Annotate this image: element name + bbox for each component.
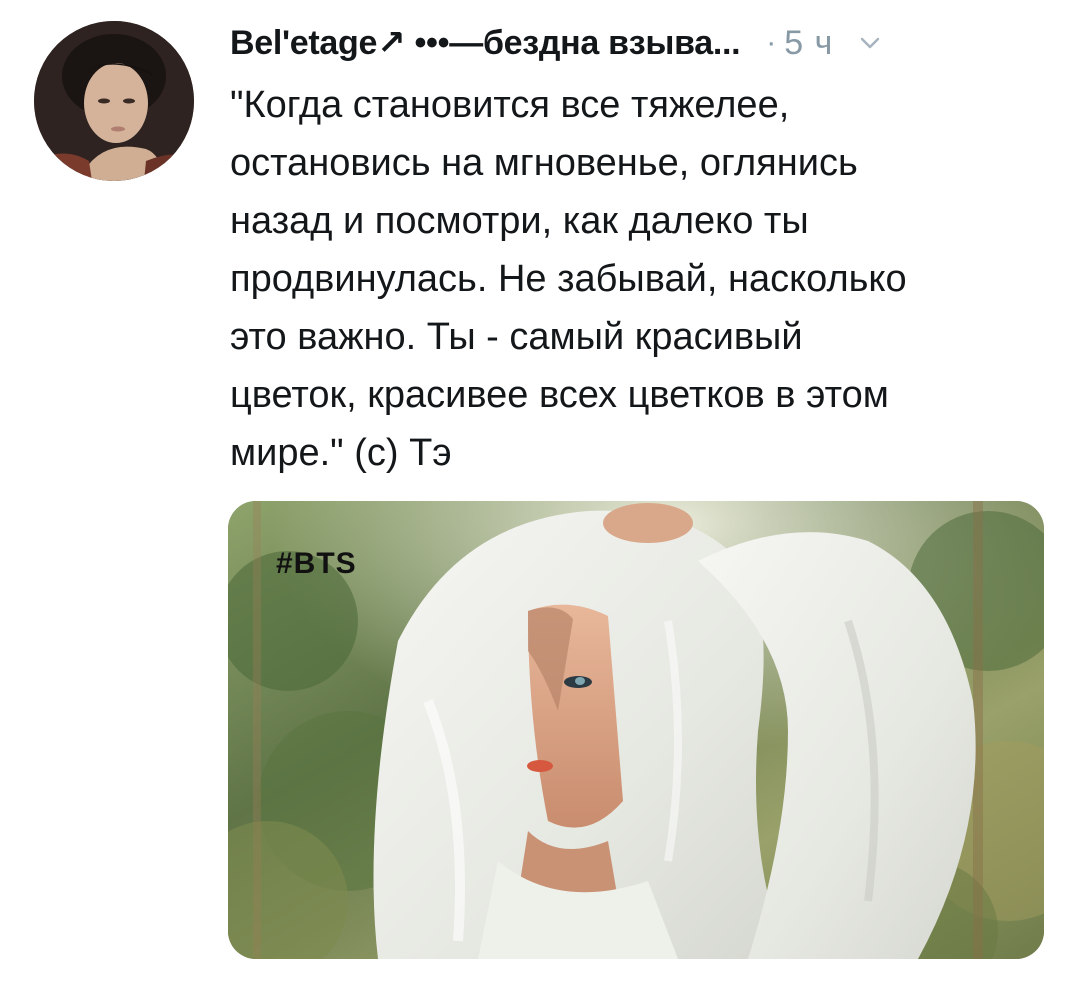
media-hashtag-overlay: #BTS (276, 547, 357, 580)
tweet-header: Bel'etage↗ •••—бездна взыва... · 5 ч (230, 18, 1056, 68)
timestamp[interactable]: 5 ч (784, 24, 833, 63)
separator-dot: · (766, 26, 777, 59)
chevron-down-icon[interactable] (859, 32, 881, 54)
display-name[interactable]: Bel'etage↗ •••—бездна взыва... (230, 23, 741, 63)
tweet-media-image[interactable]: #BTS (228, 501, 1044, 959)
tweet-text: "Когда становится все тяжелее, остановис… (230, 84, 907, 474)
tweet[interactable]: Bel'etage↗ •••—бездна взыва... · 5 ч "Ко… (0, 0, 1080, 986)
avatar[interactable] (34, 21, 194, 181)
